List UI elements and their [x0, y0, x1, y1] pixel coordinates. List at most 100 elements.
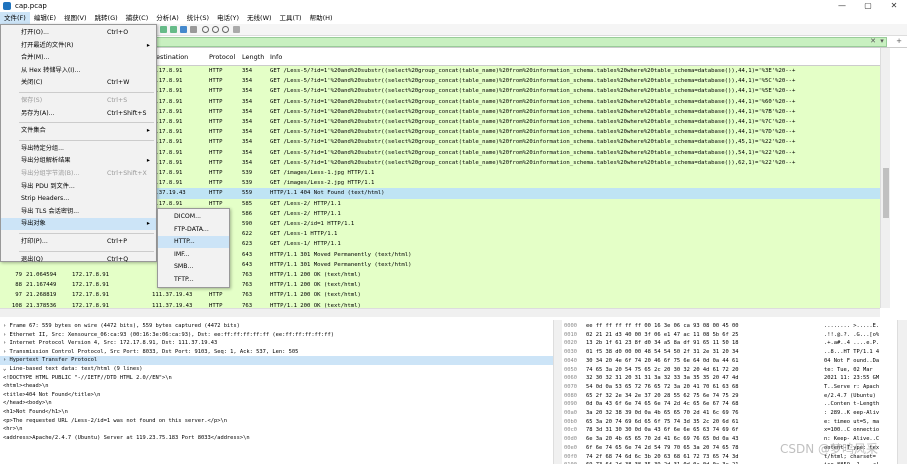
file-menu-item[interactable]: 打开(O)... Ctrl+O — [1, 27, 156, 39]
detail-tree-item[interactable]: <hr>\n — [0, 425, 554, 434]
file-menu-item[interactable]: 退出(Q) Ctrl+Q — [1, 254, 156, 266]
bytes-row[interactable]: 0060 32 30 32 31 20 31 31 3a 32 33 3a 35 … — [562, 374, 907, 383]
filter-dropdown-icon[interactable]: ▾ — [878, 37, 886, 46]
detail-tree-item[interactable]: <title>404 Not Found</title>\n — [0, 391, 554, 400]
file-menu-item[interactable]: 保存(S) Ctrl+S — [1, 95, 156, 107]
file-menu-item[interactable]: Strip Headers... — [1, 193, 156, 205]
arrow-up-icon[interactable] — [160, 26, 167, 33]
scroll-thumb[interactable] — [883, 168, 889, 218]
packet-info-cell: GET /Less-5/?id=1'%20and%20substr((selec… — [270, 108, 796, 115]
file-menu-item[interactable]: 关闭(C) Ctrl+W — [1, 77, 156, 89]
detail-tree-item[interactable]: <p>The requested URL /Less-2/id=1 was no… — [0, 417, 554, 426]
file-menu-item[interactable]: 另存为(A)... Ctrl+Shift+S — [1, 108, 156, 120]
resize-columns-icon[interactable] — [233, 26, 240, 33]
clear-filter-icon[interactable]: ✕ — [869, 37, 877, 46]
close-window-button[interactable]: ✕ — [881, 0, 907, 12]
packet-row[interactable]: 108 21.378536 172.17.8.91 111.37.19.43 HTTP 7… — [0, 300, 880, 308]
bytes-row[interactable]: 0050 74 65 3a 20 54 75 65 2c 20 30 32 20 … — [562, 366, 907, 375]
menu-tools[interactable]: 工具(T) — [276, 12, 306, 24]
detail-tree-item[interactable]: ⌄ Line-based text data: text/html (9 lin… — [0, 365, 554, 374]
add-filter-button[interactable]: + — [895, 37, 903, 46]
detail-tree-item[interactable]: › Transmission Control Protocol, Src Por… — [0, 348, 554, 357]
detail-tree-item[interactable]: <html><head>\n — [0, 382, 554, 391]
bytes-row[interactable]: 0030 01 f5 38 d0 00 00 48 54 54 50 2f 31 … — [562, 348, 907, 357]
menu-help[interactable]: 帮助(H) — [306, 12, 337, 24]
detail-tree-item[interactable]: › Internet Protocol Version 4, Src: 172.… — [0, 339, 554, 348]
bytes-hex: 3a 20 32 38 39 0d 0a 4b 65 65 70 2d 41 6… — [586, 410, 739, 416]
packet-time-cell: 21.378536 — [26, 302, 57, 308]
packet-list-hscrollbar[interactable] — [0, 308, 880, 317]
menu-wireless[interactable]: 无线(W) — [243, 12, 276, 24]
menu-telephony[interactable]: 电话(Y) — [213, 12, 243, 24]
detail-tree-item[interactable]: <h1>Not Found</h1>\n — [0, 408, 554, 417]
menu-item-label: 保存(S) — [21, 97, 43, 104]
maximize-button[interactable]: ▢ — [855, 0, 881, 12]
file-menu-item[interactable]: 打印(P)... Ctrl+P — [1, 236, 156, 248]
bytes-scrollbar[interactable] — [897, 320, 907, 464]
bytes-hex: 30 34 20 4e 6f 74 20 46 6f 75 6e 64 0d 0… — [586, 357, 739, 364]
detail-tree-item[interactable]: › Hypertext Transfer Protocol — [0, 356, 554, 365]
export-object-item[interactable]: TFTP... — [158, 274, 229, 286]
wireshark-fin-icon — [3, 2, 11, 10]
bytes-row[interactable]: 00c0 78 3d 31 30 30 0d 0a 43 6f 6e 6e 65 … — [562, 426, 907, 435]
detail-tree-item[interactable]: </head><body>\n — [0, 399, 554, 408]
export-object-item[interactable]: FTP-DATA... — [158, 224, 229, 236]
arrow-down-icon[interactable] — [170, 26, 177, 33]
export-object-item[interactable]: SMB... — [158, 261, 229, 273]
file-menu-item[interactable]: 导出对象 ▸ — [1, 218, 156, 231]
bytes-row[interactable]: 0090 0d 0a 43 6f 6e 74 65 6e 74 2d 4c 65 … — [562, 400, 907, 409]
file-menu-item[interactable]: 导出分组字节流(B)... Ctrl+Shift+X — [1, 168, 156, 180]
detail-tree-item[interactable]: › Ethernet II, Src: Xensource_06:ca:93 (… — [0, 331, 554, 340]
file-menu-item[interactable]: 导出特定分组... — [1, 143, 156, 155]
column-length[interactable]: Length — [242, 53, 264, 61]
detail-tree-item[interactable]: › Frame 67: 559 bytes on wire (4472 bits… — [0, 322, 554, 331]
export-object-item[interactable]: HTTP... — [158, 236, 229, 249]
bytes-row[interactable]: 0010 02 21 21 d3 40 00 3f 06 e1 47 ac 11 … — [562, 331, 907, 340]
packet-row[interactable]: 8821.167449172.17.8.91HTTP763HTTP/1.1 20… — [0, 280, 880, 291]
zoom-out-icon[interactable] — [212, 26, 219, 33]
go-last-icon[interactable] — [180, 26, 187, 33]
submenu-arrow-icon: ▸ — [146, 41, 150, 49]
file-menu-item[interactable]: 从 Hex 转储导入(I)... — [1, 65, 156, 77]
file-menu-item[interactable]: 导出 TLS 会话密钥... — [1, 206, 156, 218]
bytes-row[interactable]: 0070 54 0d 0a 53 65 72 76 65 72 3a 20 41 … — [562, 383, 907, 392]
zoom-reset-icon[interactable] — [222, 26, 229, 33]
menu-file[interactable]: 文件(F) — [0, 12, 30, 24]
export-object-item[interactable]: DICOM... — [158, 211, 229, 223]
menu-edit[interactable]: 编辑(E) — [30, 12, 60, 24]
bytes-row[interactable]: 0020 13 2b 1f 61 23 8f d0 34 a5 8a df 91 … — [562, 339, 907, 348]
menu-view[interactable]: 视图(V) — [60, 12, 91, 24]
column-info[interactable]: Info — [270, 53, 282, 61]
packet-info-cell: HTTP/1.1 301 Moved Permanently (text/htm… — [270, 251, 412, 258]
bytes-row[interactable]: 00b0 65 3a 20 74 69 6d 65 6f 75 74 3d 35 … — [562, 418, 907, 427]
packet-info-cell: GET /Less-1/ HTTP/1.1 — [270, 241, 341, 248]
file-menu-item[interactable]: 合并(M)... — [1, 52, 156, 64]
detail-tree-item[interactable]: <address>Apache/2.4.7 (Ubuntu) Server at… — [0, 434, 554, 443]
bytes-row[interactable]: 0040 30 34 20 4e 6f 74 20 46 6f 75 6e 64 … — [562, 357, 907, 366]
bytes-row[interactable]: 0080 65 2f 32 2e 34 2e 37 20 28 55 62 75 … — [562, 392, 907, 401]
packet-proto-cell: HTTP — [209, 180, 223, 187]
list-icon[interactable] — [190, 26, 197, 33]
packet-len-cell: 763 — [242, 282, 253, 289]
export-object-item[interactable]: IMF... — [158, 249, 229, 261]
packet-list-scrollbar[interactable] — [880, 48, 890, 308]
packet-dst-cell: 2.17.8.91 — [152, 149, 183, 156]
detail-tree-item[interactable]: <!DOCTYPE HTML PUBLIC "-//IETF//DTD HTML… — [0, 374, 554, 383]
menu-capture[interactable]: 捕获(C) — [122, 12, 153, 24]
minimize-button[interactable]: — — [829, 0, 855, 12]
file-menu-item[interactable]: 打开最近的文件(R) ▸ — [1, 40, 156, 52]
packet-row[interactable]: 97 21.268819 172.17.8.91 111.37.19.43 HTTP 76… — [0, 290, 880, 301]
file-menu-item[interactable]: 导出 PDU 到文件... — [1, 181, 156, 193]
zoom-in-icon[interactable] — [202, 26, 209, 33]
file-menu-item[interactable]: 导出分组解析结果 ▸ — [1, 155, 156, 167]
column-destination[interactable]: estination — [156, 53, 188, 61]
menu-go[interactable]: 跳转(G) — [91, 12, 122, 24]
menu-analyze[interactable]: 分析(A) — [152, 12, 183, 24]
bytes-row[interactable]: 00a0 3a 20 32 38 39 0d 0a 4b 65 65 70 2d … — [562, 409, 907, 418]
packet-row[interactable]: 7921.064594172.17.8.91HTTP763HTTP/1.1 20… — [0, 270, 880, 281]
menu-statistics[interactable]: 统计(S) — [183, 12, 213, 24]
packet-proto-cell: HTTP — [209, 129, 223, 136]
bytes-row[interactable]: 0000 ee ff ff ff ff ff 00 16 3e 06 ca 93 … — [562, 322, 907, 331]
file-menu-item[interactable]: 文件集合 ▸ — [1, 125, 156, 137]
column-protocol[interactable]: Protocol — [209, 53, 235, 61]
